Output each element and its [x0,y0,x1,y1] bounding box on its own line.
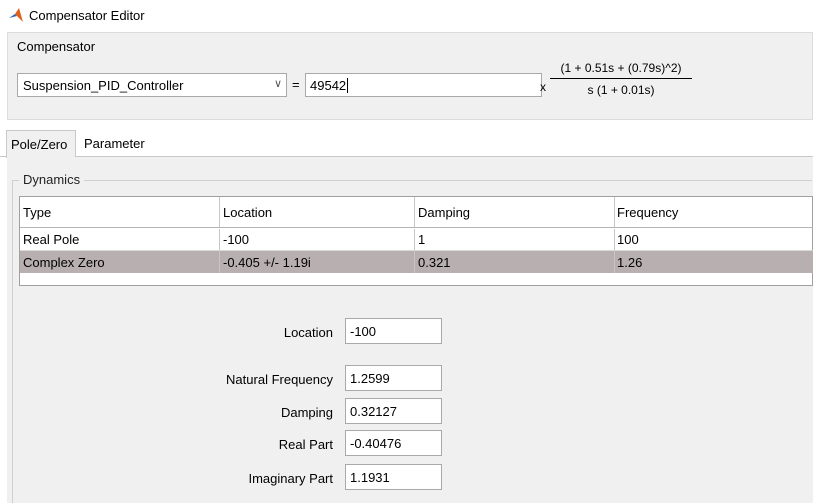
real-part-value: -0.40476 [350,435,402,451]
imaginary-part-value: 1.1931 [350,469,390,485]
table-cell: -100 [220,229,415,250]
natural-frequency-label: Natural Frequency [226,372,333,387]
tab-parameter[interactable]: Parameter [80,130,149,157]
tab-strip: Pole/Zero Parameter [0,126,813,158]
column-header-location[interactable]: Location [220,197,415,227]
table-row-selected[interactable]: Complex Zero -0.405 +/- 1.19i 0.321 1.26 [20,251,813,273]
chevron-down-icon[interactable]: ∨ [274,77,282,90]
real-part-label: Real Part [278,437,333,452]
tab-pole-zero[interactable]: Pole/Zero [6,130,76,158]
table-header: Type Location Damping Frequency [20,197,813,228]
matlab-logo-icon [9,8,23,22]
location-field[interactable]: -100 [345,318,442,344]
natural-frequency-value: 1.2599 [350,370,390,386]
compensator-panel: Compensator Suspension_PID_Controller ∨ … [7,32,813,120]
column-header-frequency[interactable]: Frequency [615,197,813,227]
damping-value: 0.32127 [350,403,397,419]
table-cell: 1 [415,229,615,250]
column-header-type[interactable]: Type [20,197,220,227]
imaginary-part-label: Imaginary Part [248,471,333,486]
damping-field[interactable]: 0.32127 [345,398,442,424]
compensator-select-value: Suspension_PID_Controller [23,77,184,93]
natural-frequency-field[interactable]: 1.2599 [345,365,442,391]
title-bar: Compensator Editor [0,0,813,30]
location-label: Location [283,325,333,340]
table-cell: Complex Zero [20,251,220,273]
transfer-function: (1 + 0.51s + (0.79s)^2) s (1 + 0.01s) [550,61,692,97]
table-cell: Real Pole [20,229,220,250]
table-cell: 0.321 [415,251,615,273]
multiply-sign: x [540,80,546,94]
tf-numerator: (1 + 0.51s + (0.79s)^2) [560,61,682,75]
gain-input[interactable]: 49542 [305,73,542,97]
location-value: -100 [350,323,377,339]
table-cell: 100 [617,232,639,247]
table-row[interactable]: Real Pole -100 1 100 [20,229,813,251]
column-header-damping[interactable]: Damping [415,197,615,227]
dynamics-table: Type Location Damping Frequency Real Pol… [19,196,813,286]
damping-label: Damping [280,405,333,420]
compensator-label: Compensator [17,39,96,54]
compensator-select[interactable]: Suspension_PID_Controller ∨ [17,73,287,97]
text-caret [347,77,349,93]
imaginary-part-field[interactable]: 1.1931 [345,464,442,490]
gain-value: 49542 [310,77,347,93]
equals-sign: = [292,77,300,92]
table-cell: 1.26 [617,254,643,270]
table-cell: -0.405 +/- 1.19i [220,251,415,273]
window-title: Compensator Editor [29,7,145,23]
tf-denominator: s (1 + 0.01s) [587,83,655,97]
real-part-field[interactable]: -0.40476 [345,430,442,456]
dynamics-label: Dynamics [19,172,85,187]
